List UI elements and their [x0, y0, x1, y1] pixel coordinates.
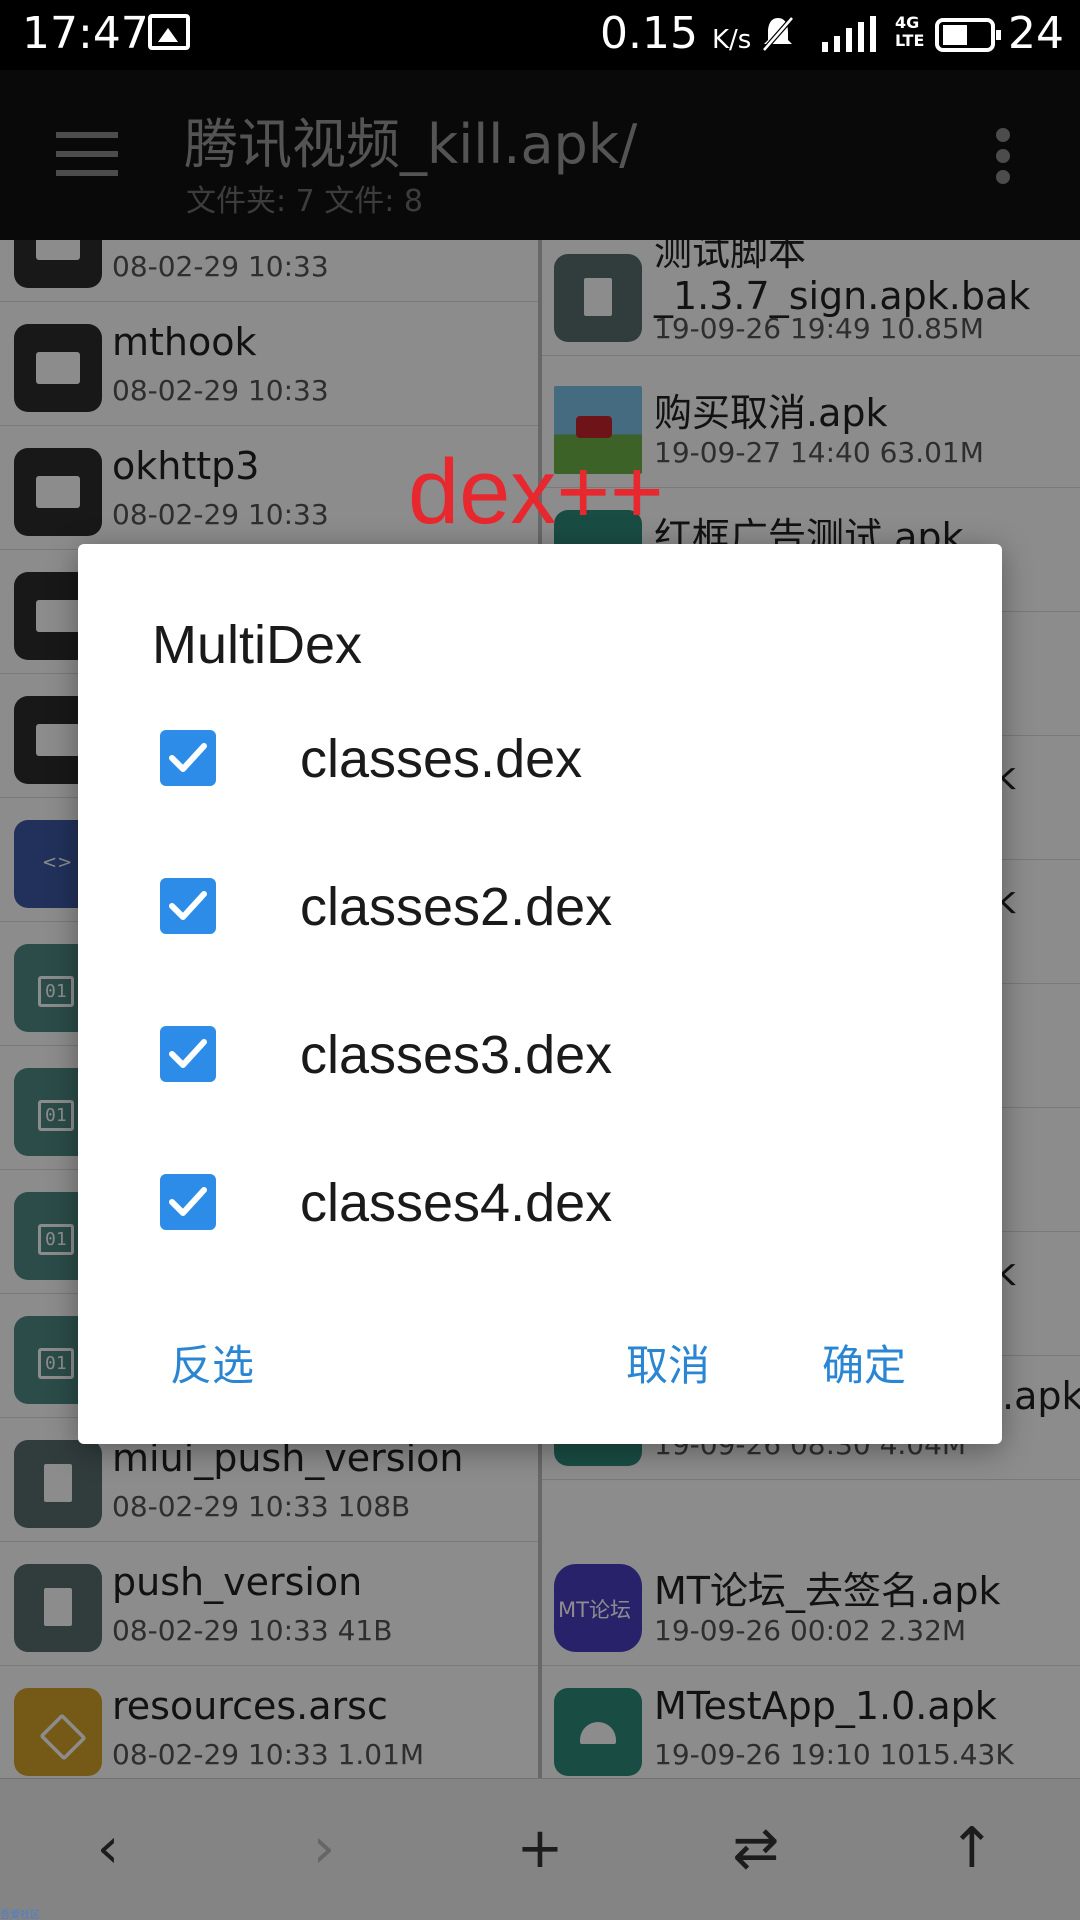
dex-option[interactable]: classes3.dex — [78, 998, 1002, 1118]
network-lte: LTE — [895, 31, 925, 50]
network-type: 4G LTE — [895, 14, 924, 50]
dialog-title: MultiDex — [152, 615, 363, 675]
net-speed-unit: K/s — [711, 25, 752, 55]
checkbox-checked-icon[interactable] — [160, 1174, 216, 1230]
checkbox-checked-icon[interactable] — [160, 878, 216, 934]
checkbox-checked-icon[interactable] — [160, 1026, 216, 1082]
signal-icon — [822, 16, 876, 52]
status-bar: 17:47 0.15 K/s 4G LTE 24 — [0, 0, 1080, 70]
dex-watermark: dex++ — [408, 441, 664, 543]
checkbox-checked-icon[interactable] — [160, 730, 216, 786]
status-time: 17:47 — [22, 8, 149, 59]
battery-icon — [935, 18, 1001, 52]
dex-label: classes2.dex — [300, 877, 613, 937]
dex-label: classes3.dex — [300, 1025, 613, 1085]
dex-label: classes.dex — [300, 729, 583, 789]
dex-option[interactable]: classes.dex — [78, 702, 1002, 822]
gallery-notification-icon — [148, 14, 190, 50]
net-speed-value: 0.15 — [600, 8, 698, 59]
net-speed: 0.15 K/s — [600, 8, 751, 59]
dex-option[interactable]: classes4.dex — [78, 1146, 1002, 1266]
invert-selection-button[interactable]: 反选 — [170, 1332, 254, 1393]
ok-button[interactable]: 确定 — [822, 1332, 906, 1393]
multidex-dialog: MultiDex classes.dex classes2.dex classe… — [78, 544, 1002, 1444]
dex-option[interactable]: classes2.dex — [78, 850, 1002, 970]
source-credit: 吾爱社区 — [0, 1910, 40, 1920]
network-4g: 4G — [895, 13, 920, 32]
dex-label: classes4.dex — [300, 1173, 613, 1233]
mute-bell-icon — [762, 16, 794, 52]
cancel-button[interactable]: 取消 — [626, 1332, 710, 1393]
battery-level: 24 — [1008, 8, 1064, 59]
